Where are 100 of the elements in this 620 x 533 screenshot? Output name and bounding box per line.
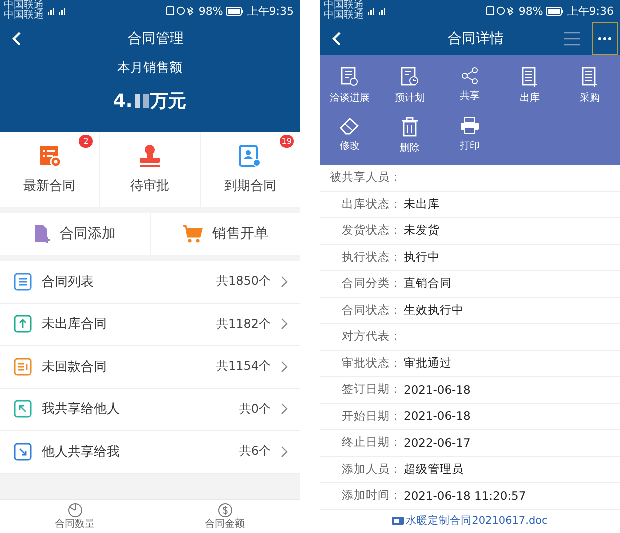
field-label: 被共享人员： [329,170,402,186]
status-icons [486,6,516,16]
battery-icon [226,6,244,16]
back-icon[interactable] [332,32,342,46]
field-value: 2021-06-18 [403,382,471,397]
list-item[interactable]: 我共享给他人 共0个 [0,388,300,431]
clock: 上午9:35 [247,4,294,18]
carrier-name: 中国联通 [4,11,44,21]
item-count: 共1154个 [216,358,271,376]
chevron-right-icon [281,446,288,458]
field-label: 添加时间： [341,488,402,504]
count-badge: 19 [280,135,294,148]
amount-unit: 万元 [150,90,187,113]
clock: 上午9:36 [567,4,614,18]
field-label: 开始日期： [341,408,402,424]
field-label: 合同分类： [341,276,402,292]
field-label: 对方代表： [341,329,402,344]
carrier-name: 中国联通 [324,1,364,11]
more-icon [598,36,612,40]
field-label: 添加人员： [341,462,402,477]
amount-digit: 4. [113,90,133,112]
screen-title: 合同管理 [128,30,184,48]
document-icon [392,516,404,525]
battery-level: 98% [518,4,544,18]
battery-level: 98% [198,4,224,18]
field-value: 2022-06-17 [403,436,471,450]
field-label: 签订日期： [341,382,402,398]
field-value: 未出库 [403,196,440,212]
battery-icon [546,6,564,16]
add-document-icon [34,224,52,244]
field-value: 直销合同 [403,276,452,292]
share-icon [461,67,479,85]
field-value: 生效执行中 [403,302,464,318]
list-item[interactable]: 未回款合同 共1154个 [0,346,300,388]
field-label: 审批状态： [341,356,402,371]
document-list-icon [38,144,62,168]
menu-item[interactable]: 预计划 [380,67,440,111]
item-count: 共0个 [239,400,271,418]
field-value: 审批通过 [403,356,452,371]
cart-icon [182,224,204,244]
list-item-label: 未出库合同 [42,316,108,334]
carrier-name: 中国联通 [324,11,364,21]
menu-item[interactable]: 出库 [500,67,560,111]
field-value: 2021-06-18 11:20:57 [403,488,526,503]
field-value: 未发货 [403,223,440,238]
profile-document-icon [238,144,262,168]
field-value: 执行中 [403,250,440,265]
bottom-tab[interactable]: 合同数量 [0,500,150,533]
status-icons [166,6,196,16]
item-count: 共1182个 [216,316,271,333]
eraser-icon [339,117,361,135]
shortcut-tile[interactable]: 到期合同 19 [200,132,300,207]
summary-label: 本月销售额 [116,60,184,77]
bottom-tab[interactable]: 合同金额 [150,500,300,533]
pie-chart-icon [68,503,82,518]
dollar-coin-icon [218,503,232,518]
list-item[interactable]: 他人共享给我 共6个 [0,431,300,474]
document-clock-icon [341,67,359,87]
menu-item[interactable]: 删除 [380,117,440,161]
list-item-label: 我共享给他人 [42,401,121,418]
action-button[interactable]: 销售开单 [150,213,300,255]
back-icon[interactable] [12,32,22,46]
document-add-icon [582,67,598,87]
chevron-right-icon [281,403,288,416]
menu-item[interactable]: 洽谈进展 [320,67,380,111]
field-value: 超级管理员 [403,462,464,477]
menu-item[interactable]: 采购 [560,67,620,111]
action-button[interactable]: 合同添加 [0,213,150,255]
field-label: 终止日期： [341,435,402,450]
item-count: 共6个 [239,443,271,460]
chevron-right-icon [281,276,288,288]
menu-item[interactable]: 共享 [440,67,500,111]
field-label: 执行状态： [341,250,402,265]
blurred-digits [134,93,150,109]
field-label: 合同状态： [341,302,402,318]
document-clock-icon [401,67,419,87]
menu-item[interactable]: 修改 [320,117,380,161]
menu-item[interactable]: 打印 [440,117,500,161]
list-item-label: 他人共享给我 [42,444,121,461]
list-item-label: 未回款合同 [42,358,108,376]
list-item[interactable]: 合同列表 共1850个 [0,261,300,304]
more-button[interactable] [592,22,618,55]
item-count: 共1850个 [216,273,271,290]
screen-title: 合同详情 [448,30,504,48]
shortcut-tile[interactable]: 最新合同 2 [0,132,100,207]
field-label: 出库状态： [341,196,402,212]
menu-icon[interactable] [564,32,580,46]
list-item-label: 合同列表 [42,274,95,291]
trash-icon [401,117,419,137]
document-add-icon [522,67,538,87]
printer-icon [460,117,480,135]
chevron-right-icon [281,360,288,373]
list-item[interactable]: 未出库合同 共1182个 [0,304,300,346]
field-label: 发货状态： [341,223,402,238]
shortcut-tile[interactable]: 待审批 [100,132,201,207]
field-value: 2021-06-18 [403,409,471,424]
attachment-link[interactable]: 水暖定制合同20210617.doc [406,514,548,528]
carrier-name: 中国联通 [4,1,44,11]
chevron-right-icon [281,318,288,330]
count-badge: 2 [79,135,94,148]
